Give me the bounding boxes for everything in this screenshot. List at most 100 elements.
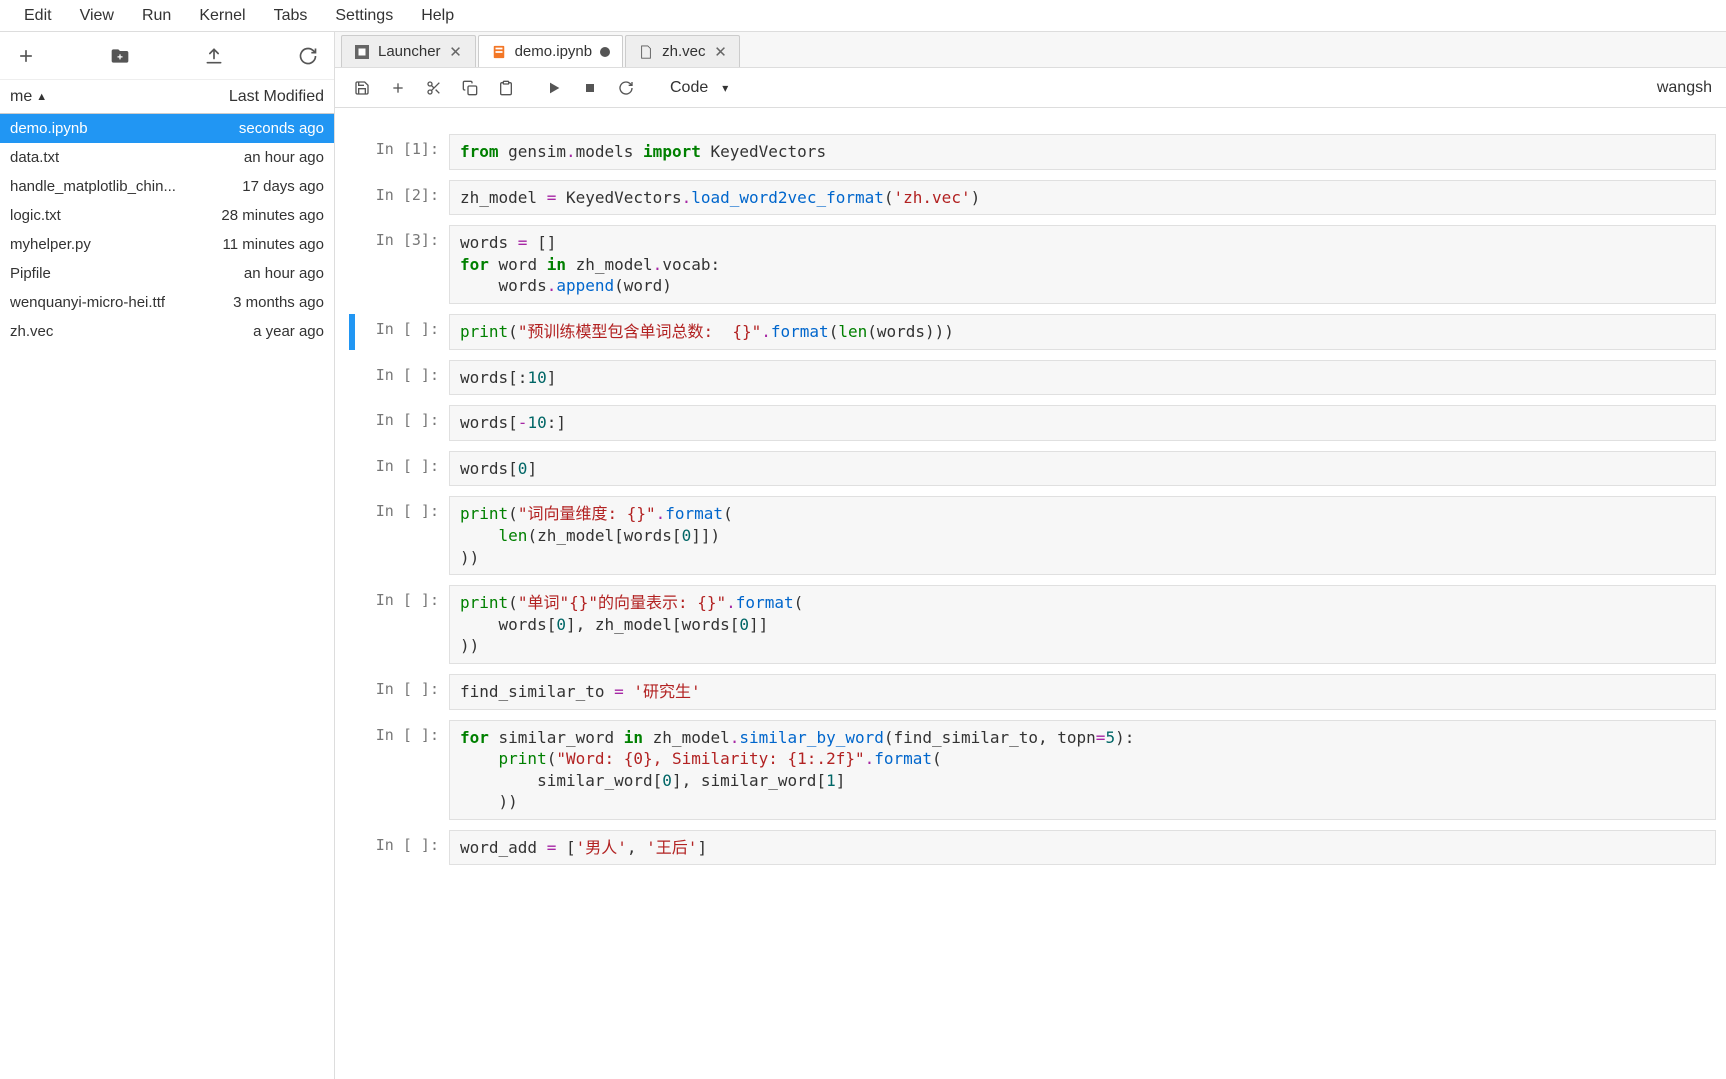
file-row[interactable]: wenquanyi-micro-hei.ttf3 months ago xyxy=(0,288,334,317)
notebook[interactable]: In [1]:from gensim.models import KeyedVe… xyxy=(335,108,1726,1079)
cell-code[interactable]: words[-10:] xyxy=(449,405,1716,441)
code-cell[interactable]: In [ ]:print("单词"{}"的向量表示: {}".format( w… xyxy=(349,585,1716,664)
paste-button[interactable] xyxy=(489,73,523,103)
cell-type-select[interactable]: Code ▾ xyxy=(655,78,743,98)
cell-marker xyxy=(349,225,355,304)
cell-prompt: In [3]: xyxy=(359,225,449,304)
file-list: demo.ipynb seconds ago data.txt an hour ago… xyxy=(0,114,334,1079)
cell-prompt: In [ ]: xyxy=(359,830,449,866)
save-button[interactable] xyxy=(345,73,379,103)
cell-code[interactable]: find_similar_to = '研究生' xyxy=(449,674,1716,710)
menu-help[interactable]: Help xyxy=(407,3,468,29)
cell-marker xyxy=(349,451,355,487)
cut-button[interactable] xyxy=(417,73,451,103)
code-cell[interactable]: In [1]:from gensim.models import KeyedVe… xyxy=(349,134,1716,170)
file-name: Pipfile xyxy=(10,265,51,282)
file-modified: seconds ago xyxy=(239,120,324,137)
cell-prompt: In [ ]: xyxy=(359,585,449,664)
code-cell[interactable]: In [ ]:words[-10:] xyxy=(349,405,1716,441)
code-cell[interactable]: In [ ]:words[0] xyxy=(349,451,1716,487)
cell-prompt: In [1]: xyxy=(359,134,449,170)
file-row[interactable]: myhelper.py11 minutes ago xyxy=(0,230,334,259)
file-row[interactable]: zh.veca year ago xyxy=(0,317,334,346)
code-cell[interactable]: In [ ]:print("词向量维度: {}".format( len(zh_… xyxy=(349,496,1716,575)
file-name: handle_matplotlib_chin... xyxy=(10,178,176,195)
cell-marker xyxy=(349,720,355,820)
cell-code[interactable]: words[0] xyxy=(449,451,1716,487)
cell-marker xyxy=(349,674,355,710)
chevron-down-icon: ▾ xyxy=(722,81,728,95)
cell-prompt: In [ ]: xyxy=(359,720,449,820)
copy-button[interactable] xyxy=(453,73,487,103)
play-icon xyxy=(546,80,562,96)
content-area: Launcher ✕ demo.ipynb zh.vec ✕ xyxy=(335,32,1726,1079)
code-cell[interactable]: In [2]:zh_model = KeyedVectors.load_word… xyxy=(349,180,1716,216)
file-list-header: me ▲ Last Modified xyxy=(0,80,334,114)
file-header-name[interactable]: me ▲ xyxy=(10,88,47,106)
file-name: wenquanyi-micro-hei.ttf xyxy=(10,294,165,311)
cell-prompt: In [ ]: xyxy=(359,496,449,575)
menu-tabs[interactable]: Tabs xyxy=(260,3,322,29)
tab-label: zh.vec xyxy=(662,43,705,60)
file-header-modified[interactable]: Last Modified xyxy=(229,88,324,106)
tab-label: demo.ipynb xyxy=(515,43,593,60)
close-icon[interactable]: ✕ xyxy=(449,45,463,59)
file-modified: an hour ago xyxy=(244,265,324,282)
cell-code[interactable]: print("预训练模型包含单词总数: {}".format(len(words… xyxy=(449,314,1716,350)
cell-prompt: In [ ]: xyxy=(359,314,449,350)
file-row[interactable]: Pipfile an hour ago xyxy=(0,259,334,288)
restart-button[interactable] xyxy=(609,73,643,103)
copy-icon xyxy=(462,80,478,96)
file-modified: 17 days ago xyxy=(242,178,324,195)
menu-kernel[interactable]: Kernel xyxy=(185,3,259,29)
file-modified: an hour ago xyxy=(244,149,324,166)
insert-cell-button[interactable] xyxy=(381,73,415,103)
cell-code[interactable]: words[:10] xyxy=(449,360,1716,396)
code-cell[interactable]: In [ ]:find_similar_to = '研究生' xyxy=(349,674,1716,710)
menu-edit[interactable]: Edit xyxy=(10,3,66,29)
code-cell[interactable]: In [3]:words = [] for word in zh_model.v… xyxy=(349,225,1716,304)
tab[interactable]: zh.vec ✕ xyxy=(625,35,740,67)
file-row[interactable]: data.txt an hour ago xyxy=(0,143,334,172)
code-cell[interactable]: In [ ]:print("预训练模型包含单词总数: {}".format(le… xyxy=(349,314,1716,350)
sidebar: me ▲ Last Modified demo.ipynb seconds ago… xyxy=(0,32,335,1079)
cell-code[interactable]: words = [] for word in zh_model.vocab: w… xyxy=(449,225,1716,304)
refresh-button[interactable] xyxy=(288,38,328,74)
cell-marker xyxy=(349,134,355,170)
cell-code[interactable]: for similar_word in zh_model.similar_by_… xyxy=(449,720,1716,820)
name-col-label: me xyxy=(10,88,32,106)
cell-code[interactable]: word_add = ['男人', '王后'] xyxy=(449,830,1716,866)
cell-type-label: Code xyxy=(670,79,708,97)
notebook-icon xyxy=(491,44,507,60)
code-cell[interactable]: In [ ]:words[:10] xyxy=(349,360,1716,396)
file-row[interactable]: demo.ipynb seconds ago xyxy=(0,114,334,143)
code-cell[interactable]: In [ ]:word_add = ['男人', '王后'] xyxy=(349,830,1716,866)
run-button[interactable] xyxy=(537,73,571,103)
tab[interactable]: Launcher ✕ xyxy=(341,35,476,67)
stop-icon xyxy=(582,80,598,96)
cell-code[interactable]: print("单词"{}"的向量表示: {}".format( words[0]… xyxy=(449,585,1716,664)
stop-button[interactable] xyxy=(573,73,607,103)
new-folder-button[interactable] xyxy=(100,38,140,74)
menu-view[interactable]: View xyxy=(66,3,128,29)
menu-settings[interactable]: Settings xyxy=(321,3,407,29)
cell-code[interactable]: from gensim.models import KeyedVectors xyxy=(449,134,1716,170)
new-launcher-button[interactable] xyxy=(6,38,46,74)
cell-prompt: In [ ]: xyxy=(359,405,449,441)
cell-code[interactable]: print("词向量维度: {}".format( len(zh_model[w… xyxy=(449,496,1716,575)
file-modified: a year ago xyxy=(253,323,324,340)
upload-button[interactable] xyxy=(194,38,234,74)
clipboard-icon xyxy=(498,80,514,96)
cell-code[interactable]: zh_model = KeyedVectors.load_word2vec_fo… xyxy=(449,180,1716,216)
file-name: demo.ipynb xyxy=(10,120,88,137)
code-cell[interactable]: In [ ]:for similar_word in zh_model.simi… xyxy=(349,720,1716,820)
file-name: data.txt xyxy=(10,149,59,166)
tab-label: Launcher xyxy=(378,43,441,60)
file-row[interactable]: logic.txt28 minutes ago xyxy=(0,201,334,230)
tab[interactable]: demo.ipynb xyxy=(478,35,624,67)
menu-run[interactable]: Run xyxy=(128,3,185,29)
close-icon[interactable]: ✕ xyxy=(713,45,727,59)
kernel-name[interactable]: wangsh xyxy=(1657,79,1716,97)
file-row[interactable]: handle_matplotlib_chin... 17 days ago xyxy=(0,172,334,201)
file-icon xyxy=(638,44,654,60)
